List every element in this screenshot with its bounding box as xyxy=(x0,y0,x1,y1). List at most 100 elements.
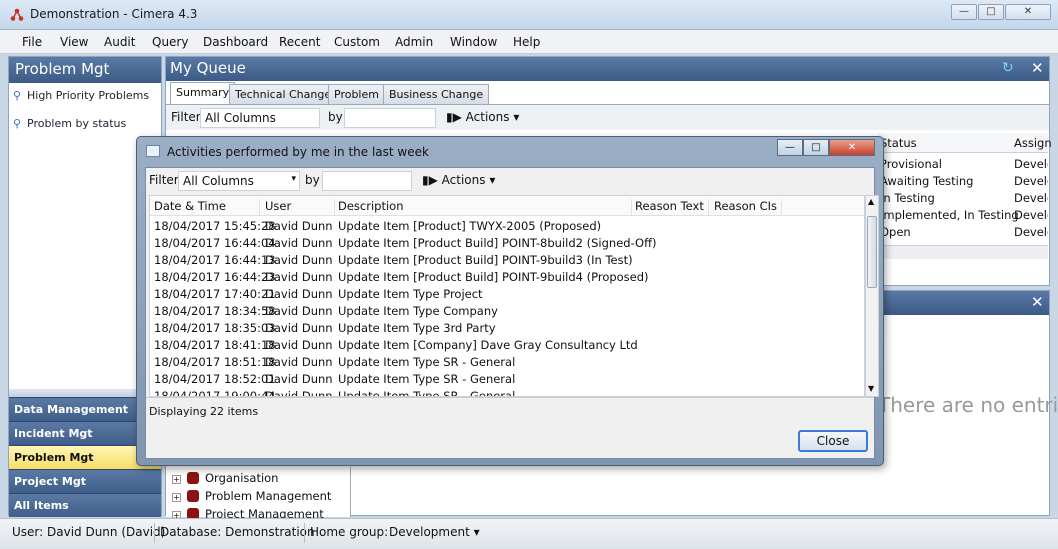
column-assign[interactable]: Assign xyxy=(1014,136,1052,150)
menu-query[interactable]: Query xyxy=(152,35,188,49)
queue-row[interactable]: In Testing xyxy=(880,191,935,205)
table-row[interactable]: 18/04/2017 16:44:13 David Dunn Update Item… xyxy=(150,252,860,269)
close-button[interactable]: Close xyxy=(798,430,868,452)
tab-technical-change[interactable]: Technical Change xyxy=(229,84,338,104)
status-bar: User: David Dunn (David) Database: Demon… xyxy=(0,518,1058,549)
by-label: by xyxy=(328,110,343,124)
tab-problem[interactable]: Problem xyxy=(328,84,385,104)
column-reason-cis[interactable]: Reason CIs xyxy=(714,199,782,215)
table-row[interactable]: 18/04/2017 18:35:03 David Dunn Update Item… xyxy=(150,320,860,337)
queue-grid-body: Provisional Develo Awaiting Testing Deve… xyxy=(878,155,1048,245)
queue-row[interactable]: Awaiting Testing xyxy=(880,174,973,188)
menu-dashboard[interactable]: Dashboard xyxy=(203,35,268,49)
table-row[interactable]: 18/04/2017 16:44:04 David Dunn Update Item… xyxy=(150,235,860,252)
status-user: User: David Dunn (David) xyxy=(12,525,166,539)
window-title: Demonstration - Cimera 4.3 xyxy=(30,7,198,21)
close-window-icon[interactable]: ✕ xyxy=(1005,4,1051,20)
scroll-down-icon[interactable]: ▼ xyxy=(868,384,874,393)
search-add-icon: ⚲ xyxy=(13,117,22,130)
status-separator xyxy=(304,523,305,543)
dialog-filter-column-select[interactable]: All Columns ▾ xyxy=(178,171,300,191)
link-problem-by-status[interactable]: ⚲ Problem by status xyxy=(13,117,126,130)
menu-view[interactable]: View xyxy=(60,35,88,49)
queue-row[interactable]: Provisional xyxy=(880,157,942,171)
menu-window[interactable]: Window xyxy=(450,35,497,49)
home-group-dropdown[interactable]: Development ▾ xyxy=(389,525,480,539)
table-row[interactable]: 18/04/2017 18:34:58 David Dunn Update Item… xyxy=(150,303,860,320)
menu-audit[interactable]: Audit xyxy=(104,35,135,49)
bucket-icon xyxy=(187,490,199,502)
category-project-mgt[interactable]: Project Mgt xyxy=(9,469,161,493)
queue-row[interactable]: Open xyxy=(880,225,911,239)
dialog-body: Filter All Columns ▾ by ▮▶ Actions ▾ Date… xyxy=(145,167,879,459)
dialog-filter-text-input[interactable] xyxy=(322,171,412,191)
scroll-up-icon[interactable]: ▲ xyxy=(868,197,874,206)
column-reason-text[interactable]: Reason Text xyxy=(635,199,709,215)
close-lower-panel-icon[interactable]: ✕ xyxy=(1031,293,1044,311)
expand-icon[interactable]: + xyxy=(172,475,181,484)
queue-row[interactable]: Develo xyxy=(1014,225,1048,239)
tab-summary[interactable]: Summary xyxy=(170,82,236,104)
no-entries-message: There are no entries xyxy=(878,393,1058,417)
minimize-icon[interactable]: — xyxy=(951,4,977,20)
filter-text-input[interactable] xyxy=(344,108,436,128)
link-high-priority-problems[interactable]: ⚲ High Priority Problems xyxy=(13,89,149,102)
queue-hscrollbar[interactable] xyxy=(878,245,1048,259)
menu-admin[interactable]: Admin xyxy=(395,35,433,49)
dialog-close-icon[interactable]: ✕ xyxy=(829,139,875,156)
refresh-icon[interactable]: ↻ xyxy=(1002,60,1014,76)
expand-icon[interactable]: + xyxy=(172,493,181,502)
queue-title: My Queue xyxy=(170,59,246,77)
tree-node-problem-management[interactable]: + Problem Management xyxy=(172,489,331,503)
title-bar: Demonstration - Cimera 4.3 — □ ✕ xyxy=(0,0,1058,30)
table-row[interactable]: 18/04/2017 17:40:21 David Dunn Update Item… xyxy=(150,286,860,303)
status-home-group-label: Home group: xyxy=(310,525,389,539)
tab-business-change[interactable]: Business Change xyxy=(383,84,490,104)
menu-file[interactable]: File xyxy=(22,35,42,49)
dialog-maximize-icon[interactable]: □ xyxy=(803,139,829,156)
left-panel-title: Problem Mgt xyxy=(9,57,161,83)
dialog-minimize-icon[interactable]: — xyxy=(777,139,803,156)
cimera-logo-icon xyxy=(10,8,24,21)
queue-row[interactable]: Develo xyxy=(1014,191,1048,205)
table-row[interactable]: 18/04/2017 18:51:18 David Dunn Update Item… xyxy=(150,354,860,371)
maximize-icon[interactable]: □ xyxy=(978,4,1004,20)
close-panel-icon[interactable]: ✕ xyxy=(1031,59,1044,77)
table-row[interactable]: 18/04/2017 16:44:23 David Dunn Update Item… xyxy=(150,269,860,286)
column-description[interactable]: Description xyxy=(338,199,632,215)
actions-menu[interactable]: ▮▶ Actions ▾ xyxy=(446,110,519,124)
grid-vertical-scrollbar[interactable]: ▲ ▼ xyxy=(865,195,879,397)
queue-title-bar: My Queue ↻ ✕ xyxy=(166,57,1049,81)
filter-column-select[interactable]: All Columns xyxy=(200,108,320,128)
table-row[interactable]: 18/04/2017 18:41:18 David Dunn Update Item… xyxy=(150,337,860,354)
column-status[interactable]: Status xyxy=(880,136,917,150)
queue-row[interactable]: Develo xyxy=(1014,208,1048,222)
status-database: Database: Demonstration xyxy=(160,525,315,539)
search-icon: ⚲ xyxy=(13,89,22,102)
queue-row[interactable]: Implemented, In Testing xyxy=(880,208,1019,222)
table-row[interactable]: 18/04/2017 15:45:28 David Dunn Update Item… xyxy=(150,218,860,235)
queue-toolbar: Filter All Columns by ▮▶ Actions ▾ xyxy=(166,104,1049,130)
table-row[interactable]: 18/04/2017 19:00:44 David Dunn Update Item… xyxy=(150,388,860,396)
activities-grid-header: Date & Time User Description Reason Text… xyxy=(150,196,864,216)
queue-row[interactable]: Develo xyxy=(1014,157,1048,171)
dialog-filter-label: Filter xyxy=(149,173,179,187)
column-date-time[interactable]: Date & Time xyxy=(154,199,260,215)
filter-label: Filter xyxy=(171,110,201,124)
queue-row[interactable]: Develo xyxy=(1014,174,1048,188)
window-list-icon xyxy=(146,145,160,157)
activities-dialog: Activities performed by me in the last w… xyxy=(136,136,884,466)
table-row[interactable]: 18/04/2017 18:52:01 David Dunn Update Item… xyxy=(150,371,860,388)
column-user[interactable]: User xyxy=(265,199,335,215)
item-tree: + Organisation + Problem Management + Proje… xyxy=(166,467,351,521)
bucket-icon xyxy=(187,472,199,484)
menu-help[interactable]: Help xyxy=(513,35,540,49)
category-all-items[interactable]: All Items xyxy=(9,493,161,517)
dialog-title: Activities performed by me in the last w… xyxy=(167,145,429,159)
scrollbar-thumb[interactable] xyxy=(867,216,877,288)
menu-recent[interactable]: Recent xyxy=(279,35,320,49)
item-count: Displaying 22 items xyxy=(149,405,259,418)
menu-custom[interactable]: Custom xyxy=(334,35,380,49)
dialog-actions-menu[interactable]: ▮▶ Actions ▾ xyxy=(422,173,495,187)
tree-node-organisation[interactable]: + Organisation xyxy=(172,471,278,485)
